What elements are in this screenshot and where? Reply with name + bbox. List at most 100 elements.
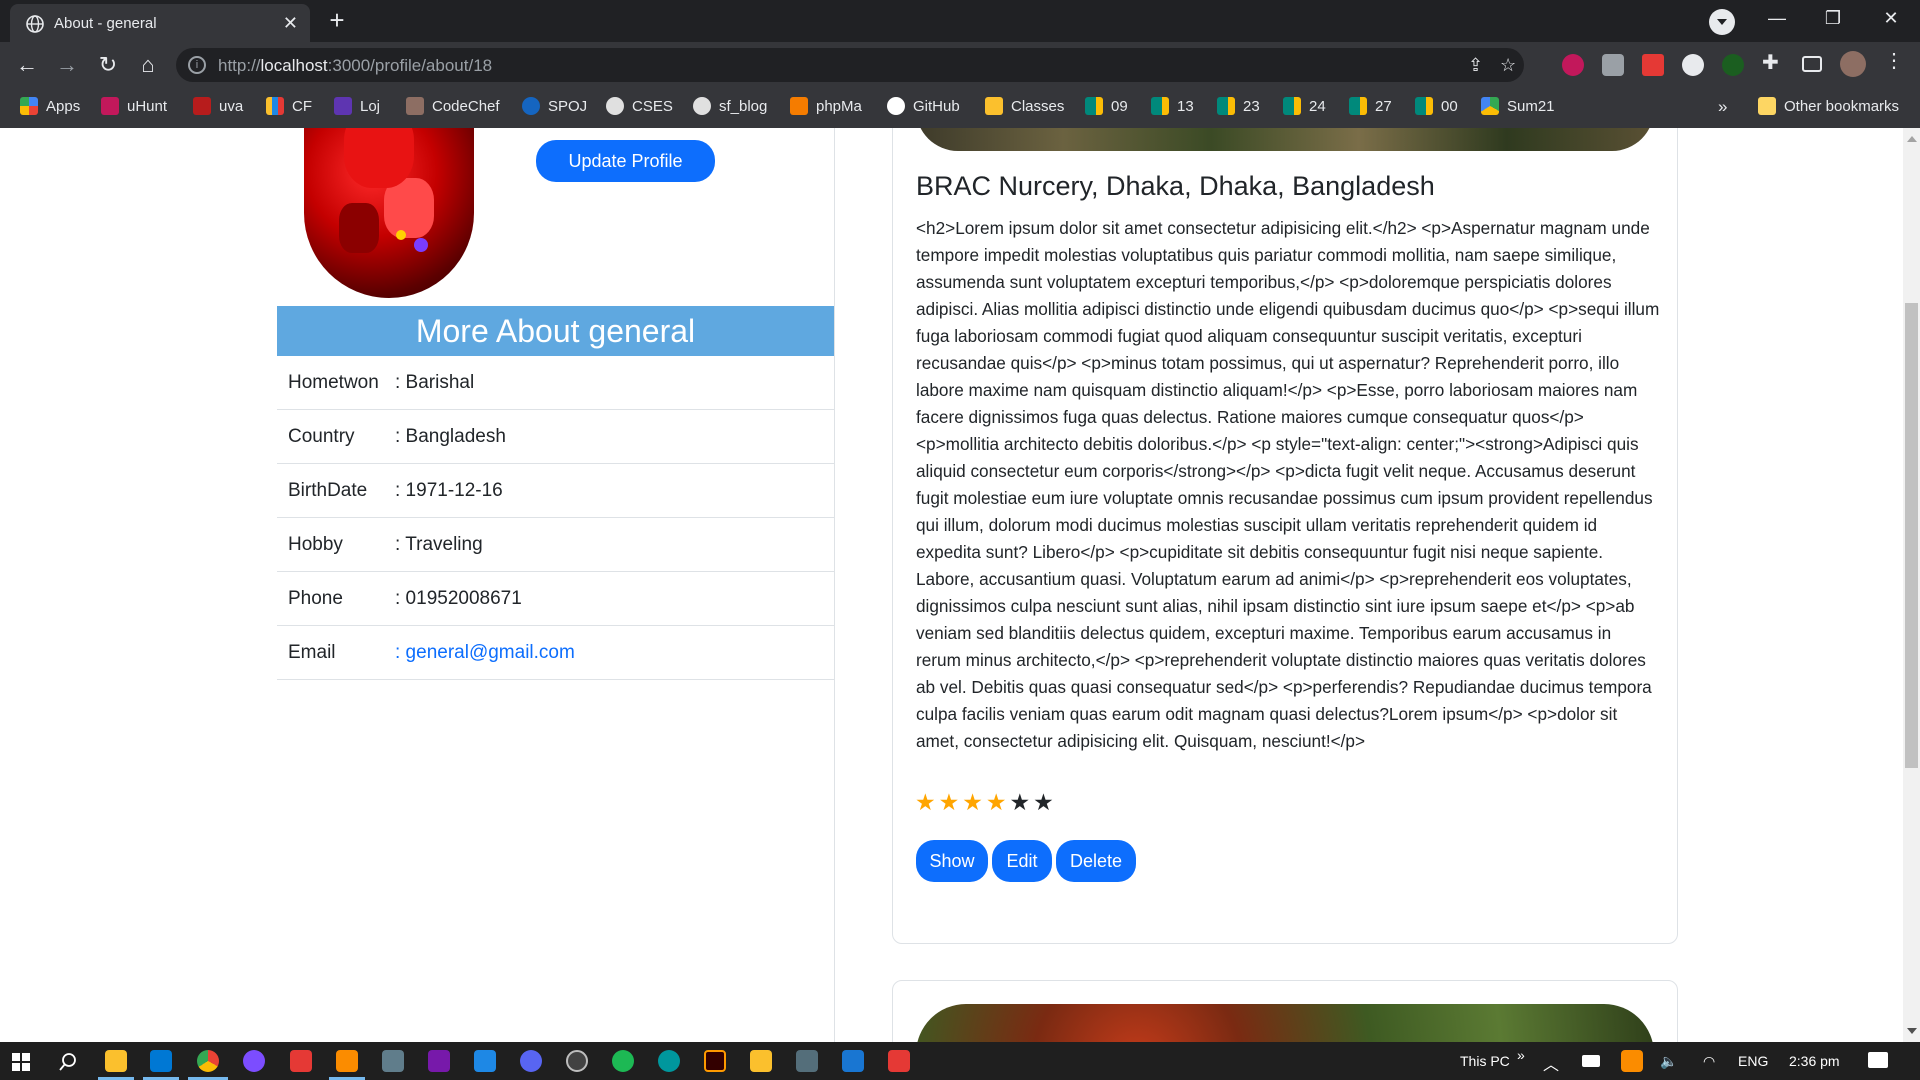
virtualbox-icon[interactable] — [842, 1050, 864, 1072]
hidden-icons-chevron-icon[interactable]: ︿ — [1543, 1051, 1559, 1075]
delete-button[interactable]: Delete — [1056, 840, 1136, 882]
more-about-heading: More About general — [277, 306, 834, 356]
update-profile-button[interactable]: Update Profile — [536, 140, 715, 182]
bookmark-00[interactable]: 00 — [1415, 97, 1458, 115]
github-icon — [887, 97, 905, 115]
anydesk-icon[interactable] — [290, 1050, 312, 1072]
address-bar[interactable]: i http://localhost:3000/profile/about/18… — [176, 48, 1524, 82]
bookmark-star-icon[interactable]: ☆ — [1500, 55, 1516, 76]
bookmark-codechef[interactable]: CodeChef — [406, 97, 500, 115]
meet-icon — [1151, 97, 1169, 115]
battery-icon[interactable] — [1582, 1055, 1600, 1067]
new-tab-button[interactable]: + — [320, 6, 354, 36]
bookmark-sum21[interactable]: Sum21 — [1481, 97, 1555, 115]
extension-icon[interactable] — [1562, 54, 1584, 76]
bookmark-spoj[interactable]: SPOJ — [522, 97, 587, 115]
volume-icon[interactable]: 🔈 — [1660, 1053, 1677, 1070]
notifications-icon[interactable] — [1868, 1052, 1888, 1068]
place-title: BRAC Nurcery, Dhaka, Dhaka, Bangladesh — [916, 171, 1435, 201]
illustrator-icon[interactable] — [704, 1050, 726, 1072]
app-icon[interactable] — [474, 1050, 496, 1072]
bookmark-09[interactable]: 09 — [1085, 97, 1128, 115]
chrome-icon[interactable] — [197, 1050, 219, 1072]
other-bookmarks[interactable]: Other bookmarks — [1758, 97, 1899, 115]
extension-icon[interactable] — [1642, 54, 1664, 76]
puzzle-icon[interactable]: ✚ — [1762, 50, 1784, 74]
bookmark-24[interactable]: 24 — [1283, 97, 1326, 115]
bookmark-uva[interactable]: uva — [193, 97, 243, 115]
info-value: : Barishal — [395, 372, 475, 393]
info-row-hometown: Hometwon: Barishal — [277, 356, 834, 410]
forward-icon[interactable]: → — [52, 52, 82, 78]
scrollbar-thumb[interactable] — [1905, 303, 1918, 768]
wifi-icon[interactable]: ◠ — [1703, 1053, 1715, 1070]
bookmark-phpma[interactable]: phpMa — [790, 97, 862, 115]
wps-icon[interactable] — [888, 1050, 910, 1072]
windows-start-icon[interactable] — [12, 1053, 30, 1071]
xampp-icon[interactable] — [336, 1050, 358, 1072]
bookmark-13[interactable]: 13 — [1151, 97, 1194, 115]
extension-icon[interactable] — [1682, 54, 1704, 76]
minimize-button[interactable]: — — [1757, 8, 1797, 29]
search-icon[interactable] — [58, 1052, 78, 1072]
email-link[interactable]: : general@gmail.com — [395, 642, 575, 664]
phpmyadmin-icon — [790, 97, 808, 115]
bookmark-cf[interactable]: CF — [266, 97, 312, 115]
extension-icon[interactable] — [1722, 54, 1744, 76]
bookmarks-overflow-button[interactable]: » — [1718, 97, 1727, 117]
star-icon: ★ — [1009, 789, 1031, 815]
show-button[interactable]: Show — [916, 840, 988, 882]
reload-icon[interactable]: ↻ — [93, 52, 123, 78]
tab-search-icon[interactable] — [1709, 9, 1735, 35]
rating-stars: ★ ★ ★ ★ ★ ★ — [915, 791, 1054, 814]
folder-icon — [1758, 97, 1776, 115]
bookmark-classes[interactable]: Classes — [985, 97, 1064, 115]
app-icon[interactable] — [566, 1050, 588, 1072]
place-description: <h2>Lorem ipsum dolor sit amet consectet… — [916, 218, 1660, 751]
browser-tab[interactable]: About - general ✕ — [10, 4, 310, 42]
bookmark-apps[interactable]: Apps — [20, 97, 80, 115]
discord-icon[interactable] — [520, 1050, 542, 1072]
vscode-icon[interactable] — [150, 1050, 172, 1072]
messenger-icon[interactable] — [243, 1050, 265, 1072]
app-icon[interactable] — [796, 1050, 818, 1072]
info-value: : 01952008671 — [395, 588, 522, 609]
camera-icon[interactable] — [1602, 54, 1624, 76]
cast-icon[interactable] — [1802, 56, 1822, 72]
restore-button[interactable]: ❐ — [1813, 8, 1853, 29]
scroll-up-icon[interactable] — [1907, 136, 1917, 142]
bookmark-cses[interactable]: CSES — [606, 97, 673, 115]
close-window-button[interactable]: ✕ — [1871, 8, 1911, 29]
page-scrollbar[interactable] — [1903, 128, 1920, 1042]
bookmark-github[interactable]: GitHub — [887, 97, 960, 115]
share-icon[interactable]: ⇪ — [1468, 55, 1483, 76]
tab-close-icon[interactable]: ✕ — [283, 13, 298, 34]
bookmark-loj[interactable]: Loj — [334, 97, 380, 115]
language-indicator[interactable]: ENG — [1738, 1053, 1768, 1069]
site-info-icon[interactable]: i — [188, 56, 206, 74]
menu-icon[interactable]: ⋮ — [1884, 48, 1906, 72]
calculator-icon[interactable] — [382, 1050, 404, 1072]
file-explorer-icon[interactable] — [105, 1050, 127, 1072]
bookmark-27[interactable]: 27 — [1349, 97, 1392, 115]
app-icon[interactable] — [750, 1050, 772, 1072]
back-icon[interactable]: ← — [12, 52, 42, 78]
bookmark-sf-blog[interactable]: sf_blog — [693, 97, 767, 115]
clock[interactable]: 2:36 pm — [1789, 1053, 1840, 1069]
place-card — [892, 980, 1678, 1042]
taskbar: This PC » ︿ 🔈 ◠ ENG 2:36 pm — [0, 1042, 1920, 1080]
edit-button[interactable]: Edit — [992, 840, 1052, 882]
xampp-tray-icon[interactable] — [1621, 1050, 1643, 1072]
avatar[interactable] — [1840, 51, 1866, 77]
this-pc-label[interactable]: This PC — [1460, 1053, 1510, 1069]
onenote-icon[interactable] — [428, 1050, 450, 1072]
toolbar-overflow-icon[interactable]: » — [1517, 1047, 1525, 1063]
scroll-down-icon[interactable] — [1907, 1028, 1917, 1034]
home-icon[interactable]: ⌂ — [133, 52, 163, 78]
arduino-icon[interactable] — [658, 1050, 680, 1072]
bookmark-23[interactable]: 23 — [1217, 97, 1260, 115]
info-value: : Traveling — [395, 534, 483, 555]
spotify-icon[interactable] — [612, 1050, 634, 1072]
spoj-icon — [522, 97, 540, 115]
bookmark-uhunt[interactable]: uHunt — [101, 97, 167, 115]
